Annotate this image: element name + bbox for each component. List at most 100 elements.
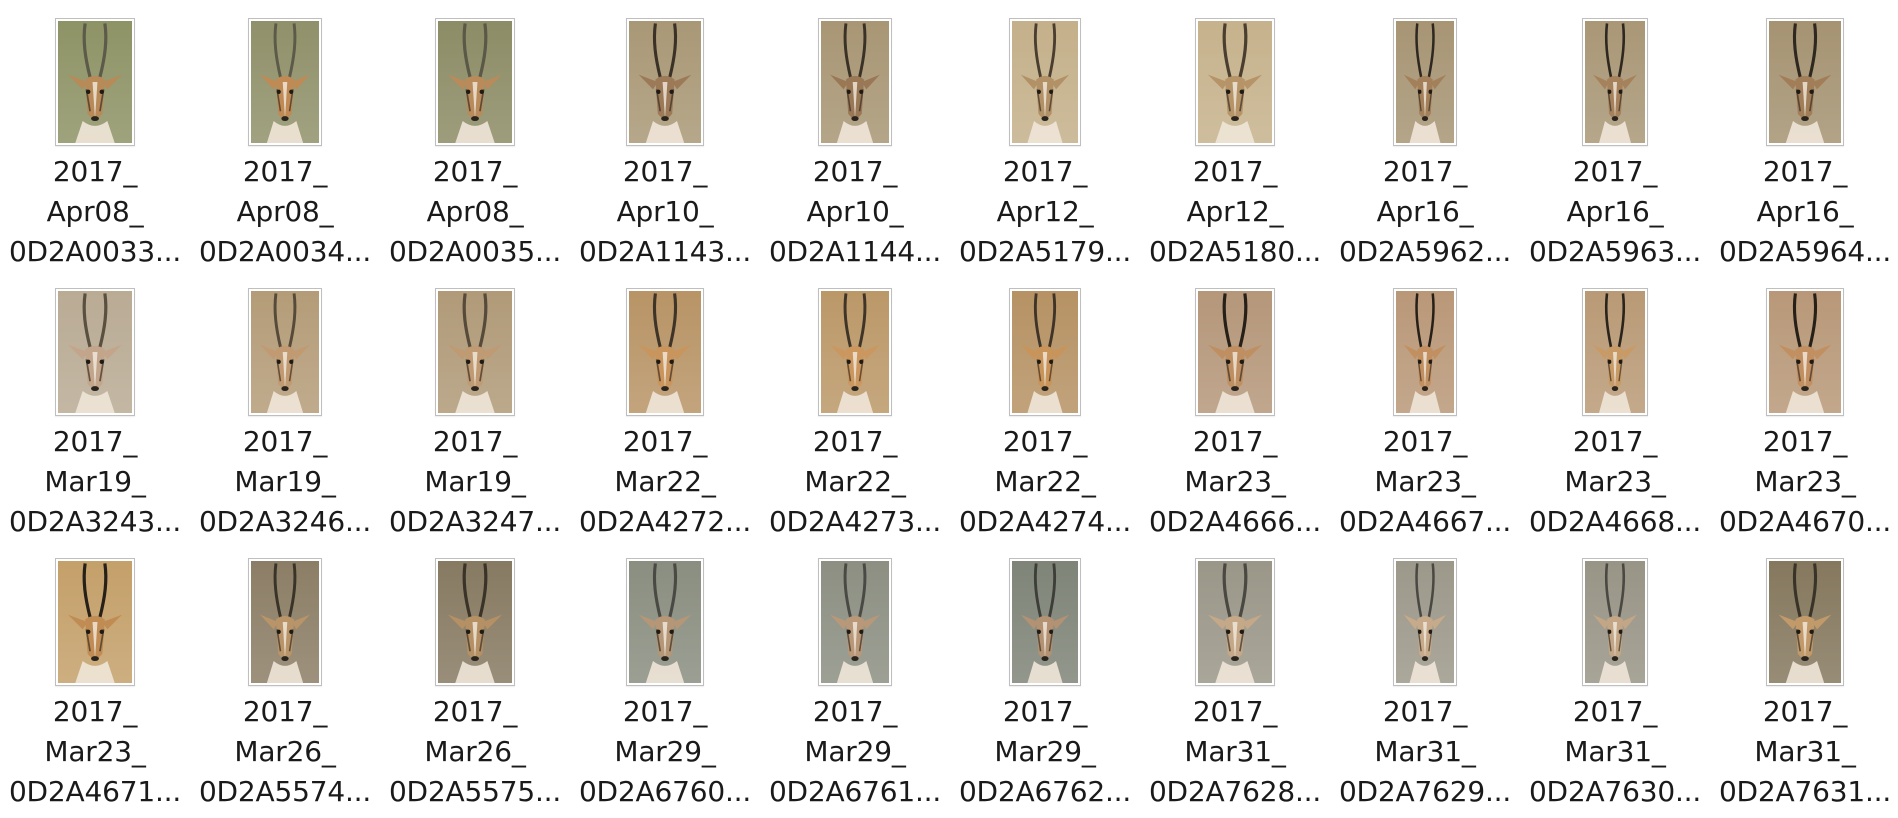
file-item[interactable]: 2017_ Mar23_ 0D2A4670... [1715,288,1895,548]
file-name-label: 2017_ Mar22_ 0D2A4272... [575,422,755,542]
file-item[interactable]: 2017_ Apr10_ 0D2A1143... [575,18,755,278]
gazelle-thumbnail-icon [1195,288,1275,416]
file-name-line-1: 2017_ [432,155,518,188]
gazelle-thumbnail-icon [248,288,322,416]
file-name-label: 2017_ Apr16_ 0D2A5962... [1335,152,1515,272]
gazelle-thumbnail-icon [1009,18,1081,146]
file-name-label: 2017_ Mar23_ 0D2A4666... [1145,422,1325,542]
file-item[interactable]: 2017_ Mar19_ 0D2A3243... [5,288,185,548]
file-item[interactable]: 2017_ Apr16_ 0D2A5962... [1335,18,1515,278]
file-name-label: 2017_ Mar22_ 0D2A4274... [955,422,1135,542]
gazelle-thumbnail-icon [55,288,135,416]
file-name-label: 2017_ Apr10_ 0D2A1143... [575,152,755,272]
file-item[interactable]: 2017_ Mar23_ 0D2A4667... [1335,288,1515,548]
file-name-line-2: Apr16_ [1566,195,1664,228]
file-item[interactable]: 2017_ Apr08_ 0D2A0034... [195,18,375,278]
gazelle-thumbnail-icon [1393,288,1457,416]
file-item[interactable]: 2017_ Mar31_ 0D2A7631... [1715,558,1895,818]
file-name-line-2: Mar19_ [234,465,336,498]
file-item[interactable]: 2017_ Mar31_ 0D2A7629... [1335,558,1515,818]
file-item[interactable]: 2017_ Mar31_ 0D2A7630... [1525,558,1705,818]
file-name-line-3: 0D2A3243... [8,505,182,538]
file-name-line-2: Mar29_ [804,735,906,768]
gazelle-thumbnail-icon [1766,18,1844,146]
file-name-line-1: 2017_ [52,155,138,188]
file-item[interactable]: 2017_ Mar31_ 0D2A7628... [1145,558,1325,818]
file-name-line-1: 2017_ [1192,425,1278,458]
file-name-line-1: 2017_ [1002,155,1088,188]
file-name-line-1: 2017_ [432,425,518,458]
file-name-line-2: Mar31_ [1184,735,1286,768]
file-item[interactable]: 2017_ Mar22_ 0D2A4272... [575,288,755,548]
gazelle-thumbnail-icon [248,558,322,686]
file-name-line-1: 2017_ [242,155,328,188]
file-name-line-1: 2017_ [1762,695,1848,728]
gazelle-thumbnail-icon [1582,558,1648,686]
file-item[interactable]: 2017_ Mar19_ 0D2A3247... [385,288,565,548]
file-name-line-1: 2017_ [1762,155,1848,188]
file-name-label: 2017_ Apr16_ 0D2A5963... [1525,152,1705,272]
file-name-line-3: 0D2A0033... [8,235,182,268]
file-name-line-3: 0D2A4274... [958,505,1132,538]
file-item[interactable]: 2017_ Mar26_ 0D2A5575... [385,558,565,818]
file-item[interactable]: 2017_ Apr12_ 0D2A5180... [1145,18,1325,278]
file-name-line-3: 0D2A1143... [578,235,752,268]
file-name-label: 2017_ Mar31_ 0D2A7630... [1525,692,1705,812]
file-name-line-3: 0D2A1144... [768,235,942,268]
file-name-line-1: 2017_ [432,695,518,728]
file-name-line-1: 2017_ [812,425,898,458]
file-name-line-1: 2017_ [812,695,898,728]
file-item[interactable]: 2017_ Mar29_ 0D2A6762... [955,558,1135,818]
file-name-line-2: Mar26_ [234,735,336,768]
gazelle-thumbnail-icon [1766,558,1844,686]
file-name-label: 2017_ Apr08_ 0D2A0035... [385,152,565,272]
file-name-line-2: Mar31_ [1374,735,1476,768]
file-name-line-1: 2017_ [1382,155,1468,188]
file-name-line-2: Mar19_ [424,465,526,498]
file-name-line-2: Mar31_ [1564,735,1666,768]
file-name-line-2: Mar23_ [1184,465,1286,498]
file-item[interactable]: 2017_ Mar22_ 0D2A4273... [765,288,945,548]
file-name-label: 2017_ Mar26_ 0D2A5575... [385,692,565,812]
file-item[interactable]: 2017_ Apr16_ 0D2A5963... [1525,18,1705,278]
file-item[interactable]: 2017_ Apr08_ 0D2A0035... [385,18,565,278]
file-item[interactable]: 2017_ Mar22_ 0D2A4274... [955,288,1135,548]
file-name-label: 2017_ Mar31_ 0D2A7629... [1335,692,1515,812]
file-name-label: 2017_ Apr16_ 0D2A5964... [1715,152,1895,272]
file-name-line-2: Mar29_ [614,735,716,768]
file-item[interactable]: 2017_ Mar19_ 0D2A3246... [195,288,375,548]
file-name-line-1: 2017_ [1192,155,1278,188]
file-name-label: 2017_ Mar31_ 0D2A7628... [1145,692,1325,812]
file-name-line-3: 0D2A4668... [1528,505,1702,538]
file-name-line-2: Mar23_ [1374,465,1476,498]
file-item[interactable]: 2017_ Apr08_ 0D2A0033... [5,18,185,278]
file-name-line-3: 0D2A6762... [958,775,1132,808]
file-name-line-3: 0D2A0035... [388,235,562,268]
file-name-line-3: 0D2A5964... [1718,235,1892,268]
gazelle-thumbnail-icon [1393,558,1457,686]
file-name-line-1: 2017_ [1572,425,1658,458]
file-name-label: 2017_ Apr10_ 0D2A1144... [765,152,945,272]
file-item[interactable]: 2017_ Apr10_ 0D2A1144... [765,18,945,278]
file-name-line-1: 2017_ [242,425,328,458]
file-item[interactable]: 2017_ Mar29_ 0D2A6760... [575,558,755,818]
gazelle-thumbnail-icon [248,18,322,146]
file-name-line-2: Mar31_ [1754,735,1856,768]
file-item[interactable]: 2017_ Mar26_ 0D2A5574... [195,558,375,818]
file-item[interactable]: 2017_ Mar29_ 0D2A6761... [765,558,945,818]
file-item[interactable]: 2017_ Apr16_ 0D2A5964... [1715,18,1895,278]
file-name-line-1: 2017_ [1572,155,1658,188]
file-name-label: 2017_ Apr12_ 0D2A5179... [955,152,1135,272]
file-item[interactable]: 2017_ Mar23_ 0D2A4668... [1525,288,1705,548]
file-item[interactable]: 2017_ Apr12_ 0D2A5179... [955,18,1135,278]
file-name-label: 2017_ Apr12_ 0D2A5180... [1145,152,1325,272]
file-name-line-3: 0D2A7628... [1148,775,1322,808]
file-name-line-2: Mar19_ [44,465,146,498]
file-name-line-1: 2017_ [1002,425,1088,458]
file-name-line-1: 2017_ [622,425,708,458]
gazelle-thumbnail-icon [1195,558,1275,686]
file-item[interactable]: 2017_ Mar23_ 0D2A4671... [5,558,185,818]
file-item[interactable]: 2017_ Mar23_ 0D2A4666... [1145,288,1325,548]
file-name-label: 2017_ Mar19_ 0D2A3243... [5,422,185,542]
file-name-line-1: 2017_ [1002,695,1088,728]
